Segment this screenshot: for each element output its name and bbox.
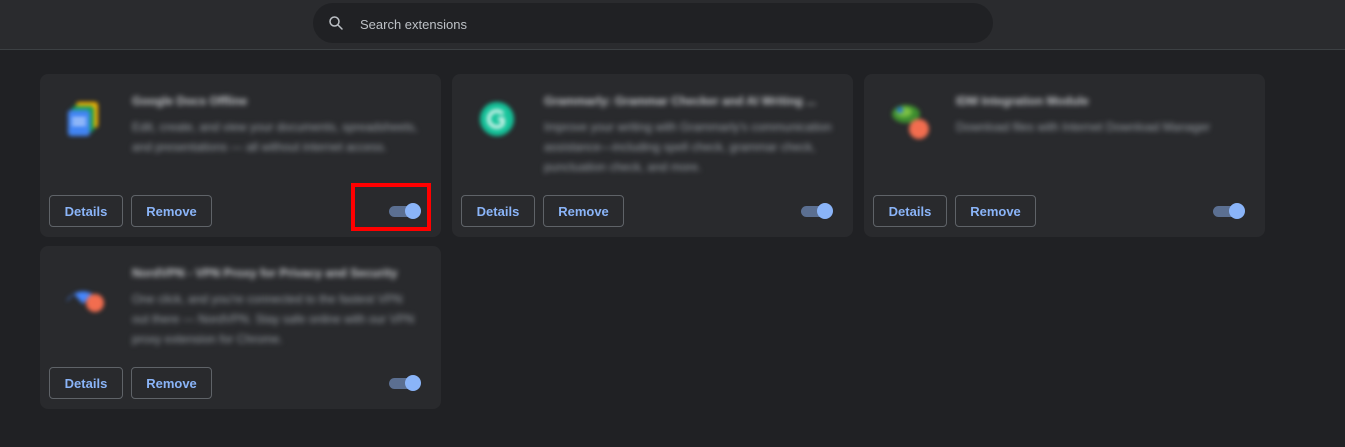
enable-toggle[interactable] — [801, 202, 833, 220]
extension-description: Improve your writing with Grammarly's co… — [544, 120, 832, 174]
remove-button[interactable]: Remove — [955, 195, 1036, 227]
search-bar[interactable] — [313, 3, 993, 45]
extension-description: Edit, create, and view your documents, s… — [132, 120, 418, 154]
toggle-knob — [405, 375, 421, 391]
toggle-knob — [817, 203, 833, 219]
grammarly-icon — [480, 102, 514, 136]
extension-name: Google Docs Offline — [132, 94, 248, 108]
nordvpn-icon — [66, 291, 104, 312]
enable-toggle[interactable] — [389, 374, 421, 392]
extension-card-nordvpn: NordVPN - VPN Proxy for Privacy and Secu… — [40, 246, 441, 409]
extension-name: IDM Integration Module — [956, 94, 1089, 108]
extension-description: One click, and you're connected to the f… — [132, 292, 415, 346]
highlight-annotation — [351, 183, 431, 231]
extension-name: NordVPN - VPN Proxy for Privacy and Secu… — [132, 266, 398, 280]
extension-description: Download files with Internet Download Ma… — [956, 120, 1211, 134]
search-input[interactable] — [358, 3, 962, 45]
details-button[interactable]: Details — [49, 367, 123, 399]
details-button[interactable]: Details — [873, 195, 947, 227]
extension-card-idm-integration: IDM Integration Module Download files wi… — [864, 74, 1265, 237]
details-button[interactable]: Details — [461, 195, 535, 227]
remove-button[interactable]: Remove — [543, 195, 624, 227]
extension-name: Grammarly: Grammar Checker and AI Writin… — [544, 94, 817, 108]
search-icon — [329, 16, 343, 30]
remove-button[interactable]: Remove — [131, 367, 212, 399]
remove-button[interactable]: Remove — [131, 195, 212, 227]
toggle-knob — [1229, 203, 1245, 219]
idm-icon — [892, 105, 929, 139]
extension-card-grammarly: Grammarly: Grammar Checker and AI Writin… — [452, 74, 853, 237]
enable-toggle[interactable] — [1213, 202, 1245, 220]
google-docs-offline-icon — [68, 102, 98, 136]
toolbar — [0, 0, 1345, 50]
details-button[interactable]: Details — [49, 195, 123, 227]
